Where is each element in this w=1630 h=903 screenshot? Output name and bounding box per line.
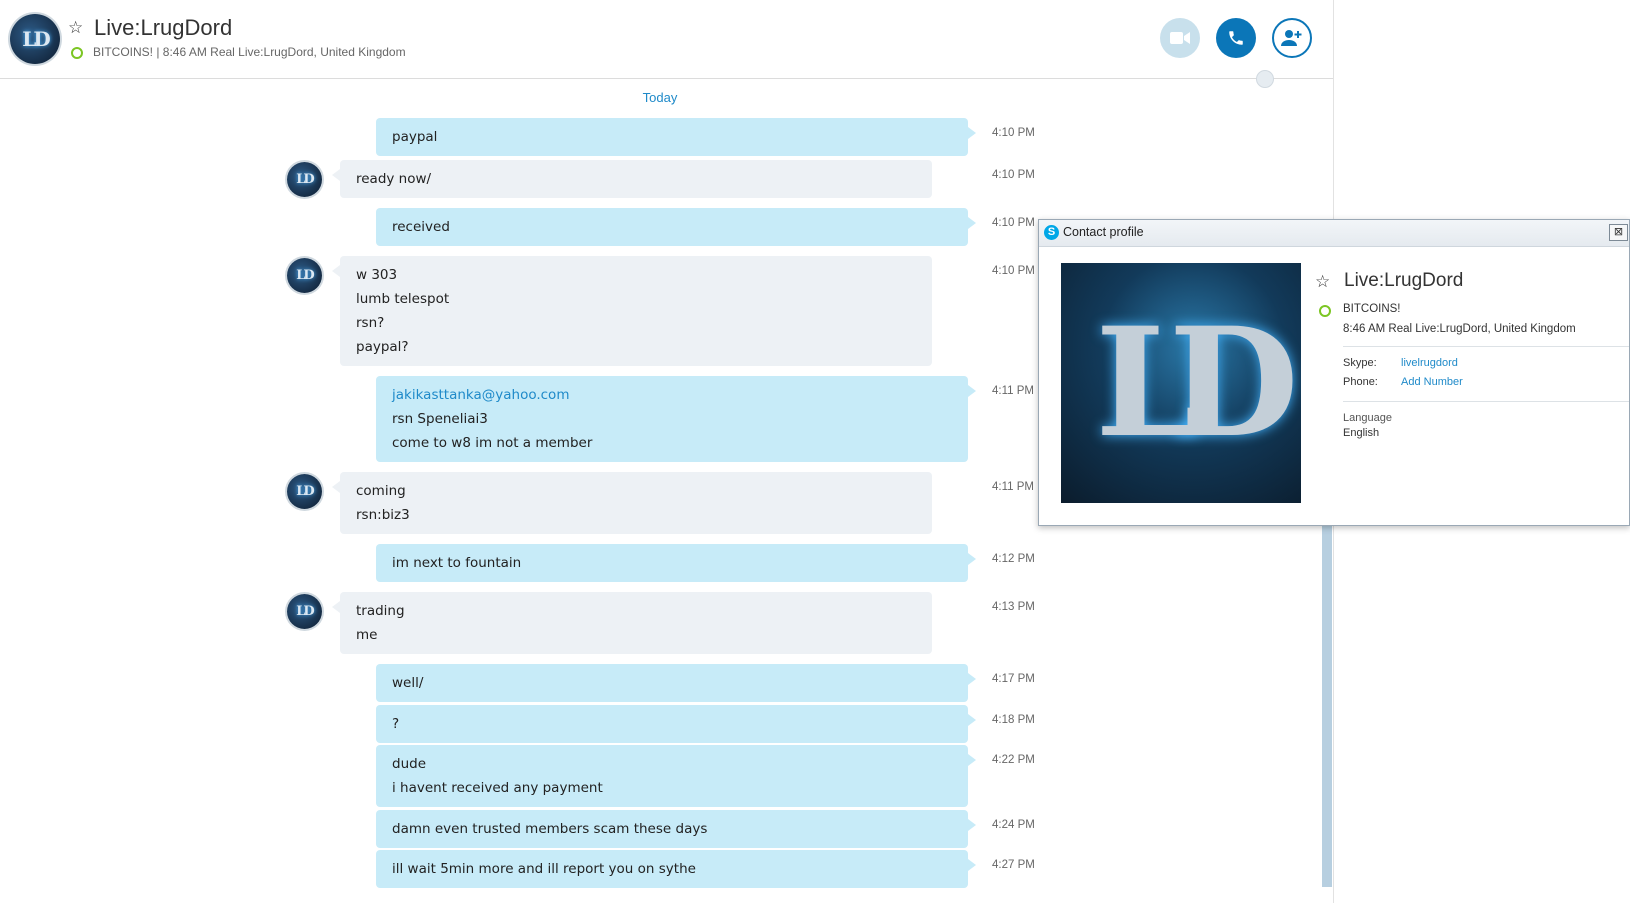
contact-profile-window: S Contact profile ⊠ LD ☆ Live:LrugDord B… bbox=[1038, 219, 1630, 526]
online-status-icon bbox=[1319, 305, 1331, 317]
message-timestamp: 4:11 PM bbox=[992, 481, 1034, 493]
outgoing-message[interactable]: jakikasttanka@yahoo.com rsn Speneliai3 com… bbox=[376, 376, 976, 462]
incoming-message[interactable]: coming rsn:biz3 bbox=[332, 472, 932, 534]
outgoing-message[interactable]: damn even trusted members scam these day… bbox=[376, 810, 976, 848]
contact-name-title[interactable]: Live:LrugDord bbox=[94, 15, 232, 41]
outgoing-message[interactable]: ill wait 5min more and ill report you on… bbox=[376, 850, 976, 888]
conversation-header: LD ☆ Live:LrugDord BITCOINS! | 8:46 AM R… bbox=[0, 0, 1333, 79]
message-timestamp: 4:10 PM bbox=[992, 169, 1035, 181]
divider bbox=[1343, 346, 1629, 347]
chat-scrollbar[interactable] bbox=[1322, 505, 1332, 887]
online-status-icon bbox=[71, 47, 83, 59]
outgoing-message[interactable]: well/ bbox=[376, 664, 976, 702]
contact-avatar[interactable]: LD bbox=[287, 474, 322, 509]
star-icon[interactable]: ☆ bbox=[68, 18, 83, 38]
profile-mood: BITCOINS! bbox=[1343, 303, 1401, 315]
incoming-message[interactable]: trading me bbox=[332, 592, 932, 654]
skype-label: Skype: bbox=[1343, 357, 1377, 369]
message-timestamp: 4:17 PM bbox=[992, 673, 1035, 685]
profile-titlebar[interactable]: S Contact profile ⊠ bbox=[1039, 220, 1629, 247]
profile-window-title: Contact profile bbox=[1063, 225, 1144, 239]
skype-icon: S bbox=[1044, 225, 1059, 240]
message-text: well/ bbox=[392, 675, 424, 691]
avatar-monogram: LD bbox=[22, 27, 50, 51]
profile-name: Live:LrugDord bbox=[1344, 270, 1464, 291]
date-separator: Today bbox=[642, 90, 678, 105]
phone-icon bbox=[1229, 31, 1243, 45]
profile-picture-monogram: LD bbox=[1095, 295, 1299, 471]
message-text: ill wait 5min more and ill report you on… bbox=[392, 861, 696, 877]
profile-picture: LD bbox=[1061, 263, 1301, 503]
add-people-button[interactable] bbox=[1272, 18, 1312, 58]
outgoing-message[interactable]: paypal bbox=[376, 118, 976, 156]
message-text: ? bbox=[392, 716, 400, 732]
incoming-message[interactable]: ready now/ bbox=[332, 160, 932, 198]
phone-label: Phone: bbox=[1343, 376, 1378, 388]
contact-status-line: BITCOINS! | 8:46 AM Real Live:LrugDord, … bbox=[93, 45, 406, 59]
call-button[interactable] bbox=[1216, 18, 1256, 58]
divider bbox=[1343, 401, 1629, 402]
avatar-monogram: LD bbox=[296, 268, 314, 283]
message-timestamp: 4:11 PM bbox=[992, 385, 1034, 397]
message-timestamp: 4:12 PM bbox=[992, 553, 1035, 565]
email-link[interactable]: jakikasttanka@yahoo.com bbox=[392, 383, 952, 407]
avatar-monogram: LD bbox=[296, 604, 314, 619]
outgoing-message[interactable]: ? bbox=[376, 705, 976, 743]
outgoing-message[interactable]: received bbox=[376, 208, 976, 246]
avatar-monogram: LD bbox=[296, 172, 314, 187]
outgoing-message[interactable]: im next to fountain bbox=[376, 544, 976, 582]
message-text: coming bbox=[356, 483, 406, 499]
contact-avatar[interactable]: LD bbox=[287, 162, 322, 197]
language-value: English bbox=[1343, 427, 1380, 439]
message-text: damn even trusted members scam these day… bbox=[392, 821, 708, 837]
globe-icon[interactable] bbox=[1256, 70, 1274, 88]
outgoing-message[interactable]: dude i havent received any payment bbox=[376, 745, 976, 807]
skype-name-link[interactable]: livelrugdord bbox=[1401, 357, 1458, 369]
add-contact-icon bbox=[1281, 30, 1302, 46]
message-text: i havent received any payment bbox=[392, 780, 603, 796]
video-icon bbox=[1170, 32, 1190, 44]
contact-avatar[interactable]: LD bbox=[287, 594, 322, 629]
video-call-button[interactable] bbox=[1160, 18, 1200, 58]
message-text: ready now/ bbox=[356, 171, 432, 187]
message-text: lumb telespot bbox=[356, 291, 450, 307]
message-text: w 303 bbox=[356, 267, 398, 283]
message-text: me bbox=[356, 627, 378, 643]
language-label: Language bbox=[1343, 412, 1392, 424]
message-text: trading bbox=[356, 603, 405, 619]
message-text: rsn? bbox=[356, 315, 385, 331]
message-text: rsn Speneliai3 bbox=[392, 411, 488, 427]
contact-avatar[interactable]: LD bbox=[10, 14, 60, 64]
contact-avatar[interactable]: LD bbox=[287, 258, 322, 293]
message-timestamp: 4:22 PM bbox=[992, 754, 1035, 766]
message-timestamp: 4:27 PM bbox=[992, 859, 1035, 871]
close-icon[interactable]: ⊠ bbox=[1609, 224, 1628, 241]
message-timestamp: 4:10 PM bbox=[992, 127, 1035, 139]
message-text: received bbox=[392, 219, 450, 235]
add-number-link[interactable]: Add Number bbox=[1401, 376, 1463, 388]
message-text: paypal? bbox=[356, 339, 409, 355]
message-timestamp: 4:24 PM bbox=[992, 819, 1035, 831]
message-timestamp: 4:10 PM bbox=[992, 265, 1035, 277]
avatar-monogram: LD bbox=[296, 484, 314, 499]
incoming-message[interactable]: w 303 lumb telespot rsn? paypal? bbox=[332, 256, 932, 366]
message-text: paypal bbox=[392, 129, 438, 145]
message-text: dude bbox=[392, 756, 427, 772]
message-text: rsn:biz3 bbox=[356, 507, 410, 523]
message-timestamp: 4:13 PM bbox=[992, 601, 1035, 613]
star-icon[interactable]: ☆ bbox=[1315, 272, 1330, 292]
message-timestamp: 4:10 PM bbox=[992, 217, 1035, 229]
message-text: come to w8 im not a member bbox=[392, 435, 593, 451]
message-timestamp: 4:18 PM bbox=[992, 714, 1035, 726]
profile-local-time: 8:46 AM Real Live:LrugDord, United Kingd… bbox=[1343, 323, 1576, 335]
message-text: im next to fountain bbox=[392, 555, 522, 571]
